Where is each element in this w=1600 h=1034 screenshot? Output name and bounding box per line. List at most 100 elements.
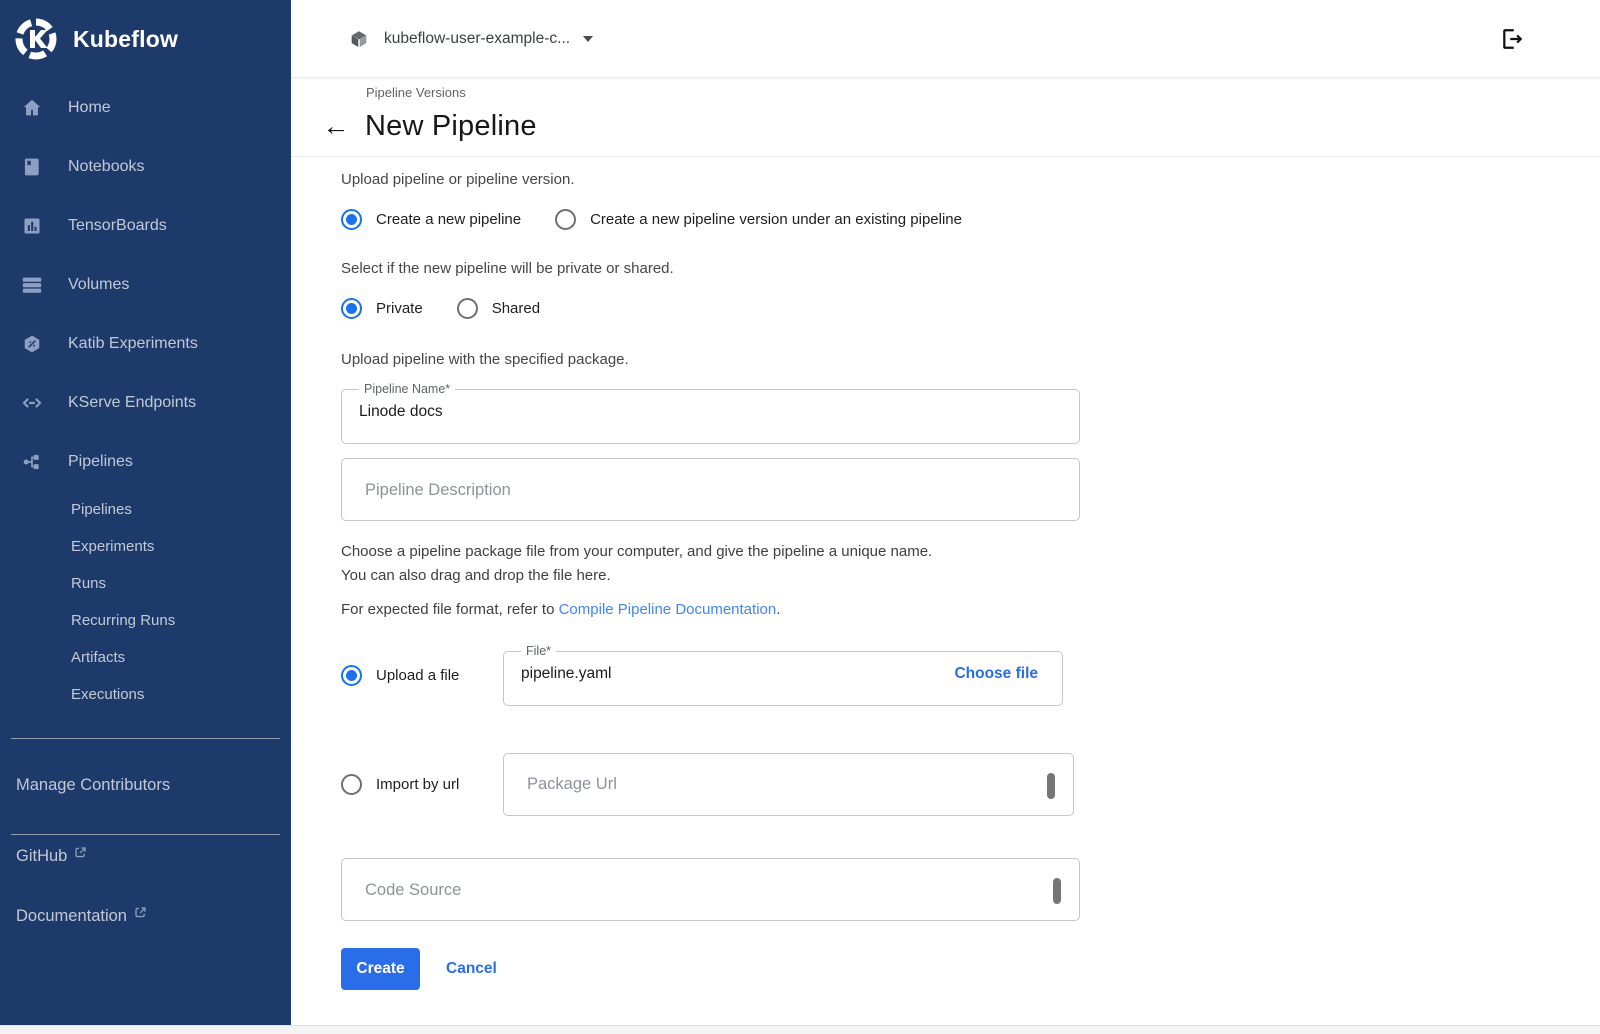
- radio-create-new-pipeline[interactable]: [341, 209, 362, 230]
- scrollbar-thumb[interactable]: [1047, 773, 1055, 799]
- file-field[interactable]: File* pipeline.yaml Choose file: [503, 644, 1063, 706]
- choose-line2: You can also drag and drop the file here…: [341, 567, 611, 584]
- sidebar-link-documentation[interactable]: Documentation: [0, 907, 291, 955]
- top-bar: kubeflow-user-example-c...: [291, 0, 1600, 78]
- package-section-label: Upload pipeline with the specified packa…: [341, 351, 1600, 368]
- external-link-icon: [74, 845, 87, 864]
- sidebar-item-label: Volumes: [68, 276, 129, 294]
- sidebar-link-github[interactable]: GitHub: [0, 847, 291, 895]
- format-suffix: .: [776, 601, 780, 618]
- documentation-label: Documentation: [16, 907, 127, 926]
- breadcrumb: Pipeline Versions: [366, 85, 1600, 100]
- visibility-radio-group: Private Shared: [341, 298, 1600, 319]
- external-link-icon: [134, 905, 147, 924]
- github-label: GitHub: [16, 847, 67, 866]
- logo-text: Kubeflow: [73, 26, 178, 53]
- cancel-button[interactable]: Cancel: [446, 960, 497, 978]
- file-field-inner: pipeline.yaml Choose file: [521, 665, 1062, 683]
- subnav-label: Runs: [71, 575, 106, 592]
- create-button[interactable]: Create: [341, 948, 420, 990]
- pipeline-type-radio-group: Create a new pipeline Create a new pipel…: [341, 209, 1600, 230]
- radio-label: Shared: [492, 300, 540, 317]
- kubeflow-logo[interactable]: Kubeflow: [0, 0, 291, 78]
- sidebar-item-tensorboards[interactable]: TensorBoards: [0, 196, 291, 255]
- logout-icon: [1498, 25, 1526, 53]
- import-url-radio-cell: Import by url: [341, 774, 503, 795]
- subnav-item-pipelines[interactable]: Pipelines: [0, 491, 291, 528]
- radio-label: Import by url: [376, 776, 459, 793]
- sidebar-nav: Home Notebooks TensorBoards Volumes Kati…: [0, 78, 291, 713]
- page-header: Pipeline Versions ← New Pipeline: [291, 78, 1600, 157]
- radio-label: Private: [376, 300, 423, 317]
- radio-label: Upload a file: [376, 667, 459, 684]
- subnav-item-artifacts[interactable]: Artifacts: [0, 639, 291, 676]
- pipeline-name-value: Linode docs: [359, 403, 1079, 421]
- namespace-label: kubeflow-user-example-c...: [384, 30, 570, 48]
- sidebar: Kubeflow Home Notebooks TensorBoards Vol…: [0, 0, 291, 1034]
- page-title: New Pipeline: [365, 110, 537, 143]
- pipeline-description-field[interactable]: Pipeline Description: [341, 458, 1080, 521]
- radio-private[interactable]: [341, 298, 362, 319]
- sidebar-item-label: Katib Experiments: [68, 335, 198, 353]
- pipelines-icon: [20, 450, 44, 474]
- pipeline-name-field[interactable]: Pipeline Name* Linode docs: [341, 382, 1080, 444]
- subnav-item-recurring-runs[interactable]: Recurring Runs: [0, 602, 291, 639]
- sidebar-item-pipelines[interactable]: Pipelines: [0, 432, 291, 491]
- subnav-label: Recurring Runs: [71, 612, 175, 629]
- sidebar-item-manage-contributors[interactable]: Manage Contributors: [0, 761, 291, 809]
- choose-line1: Choose a pipeline package file from your…: [341, 543, 932, 560]
- radio-upload-a-file[interactable]: [341, 665, 362, 686]
- katib-icon: [20, 332, 44, 356]
- namespace-selector[interactable]: kubeflow-user-example-c...: [348, 28, 593, 50]
- subnav-item-executions[interactable]: Executions: [0, 676, 291, 713]
- kubeflow-logo-icon: [14, 17, 58, 61]
- code-source-placeholder: Code Source: [365, 881, 461, 899]
- pipelines-subnav: Pipelines Experiments Runs Recurring Run…: [0, 491, 291, 713]
- sidebar-item-kserve-endpoints[interactable]: KServe Endpoints: [0, 373, 291, 432]
- kserve-icon: [20, 391, 44, 415]
- upload-section-label: Upload pipeline or pipeline version.: [341, 171, 1600, 188]
- volumes-icon: [20, 273, 44, 297]
- sidebar-item-notebooks[interactable]: Notebooks: [0, 137, 291, 196]
- file-field-label: File*: [521, 644, 556, 658]
- choose-file-help-text: Choose a pipeline package file from your…: [341, 540, 1600, 588]
- subnav-label: Artifacts: [71, 649, 125, 666]
- file-format-line: For expected file format, refer to Compi…: [341, 601, 1600, 618]
- sidebar-item-label: Notebooks: [68, 158, 145, 176]
- manage-contributors-label: Manage Contributors: [16, 776, 170, 795]
- back-arrow-button[interactable]: ←: [321, 111, 351, 142]
- import-url-row: Import by url Package Url: [341, 753, 1600, 816]
- new-pipeline-form: Upload pipeline or pipeline version. Cre…: [291, 157, 1600, 990]
- home-icon: [20, 96, 44, 120]
- horizontal-scrollbar-track[interactable]: [0, 1025, 1600, 1034]
- logout-button[interactable]: [1497, 24, 1527, 54]
- sidebar-item-volumes[interactable]: Volumes: [0, 255, 291, 314]
- format-prefix: For expected file format, refer to: [341, 601, 559, 618]
- choose-file-button[interactable]: Choose file: [954, 665, 1038, 683]
- subnav-item-experiments[interactable]: Experiments: [0, 528, 291, 565]
- main-content: kubeflow-user-example-c... Pipeline Vers…: [291, 0, 1600, 1034]
- radio-import-by-url[interactable]: [341, 774, 362, 795]
- compile-pipeline-documentation-link[interactable]: Compile Pipeline Documentation: [559, 601, 777, 618]
- radio-label: Create a new pipeline: [376, 211, 521, 228]
- sidebar-item-label: Pipelines: [68, 453, 133, 471]
- package-url-field[interactable]: Package Url: [503, 753, 1074, 816]
- sidebar-item-label: Home: [68, 99, 111, 117]
- radio-shared[interactable]: [457, 298, 478, 319]
- radio-create-new-version[interactable]: [555, 209, 576, 230]
- upload-file-row: Upload a file File* pipeline.yaml Choose…: [341, 644, 1600, 706]
- title-row: ← New Pipeline: [321, 110, 1600, 143]
- code-source-field[interactable]: Code Source: [341, 858, 1080, 921]
- upload-file-radio-cell: Upload a file: [341, 665, 503, 686]
- sidebar-item-home[interactable]: Home: [0, 78, 291, 137]
- radio-label: Create a new pipeline version under an e…: [590, 211, 962, 228]
- pipeline-name-label: Pipeline Name*: [359, 382, 455, 396]
- form-actions: Create Cancel: [341, 948, 1600, 990]
- subnav-label: Pipelines: [71, 501, 132, 518]
- sidebar-divider: [11, 738, 280, 739]
- scrollbar-thumb[interactable]: [1053, 878, 1061, 904]
- subnav-item-runs[interactable]: Runs: [0, 565, 291, 602]
- sidebar-item-katib-experiments[interactable]: Katib Experiments: [0, 314, 291, 373]
- file-field-value: pipeline.yaml: [521, 665, 954, 683]
- subnav-label: Executions: [71, 686, 144, 703]
